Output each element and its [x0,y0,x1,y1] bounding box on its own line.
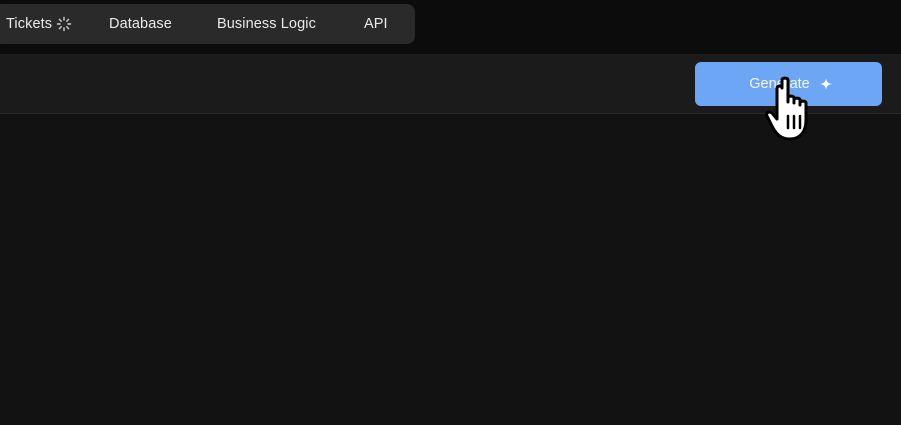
tab-tickets-label: Tickets [6,16,53,32]
tab-tickets[interactable]: Tickets [6,4,109,44]
tab-database-label: Database [109,16,172,32]
tab-business-logic-label: Business Logic [217,16,316,32]
tab-bar: Tickets Database Business Logic API [0,4,415,44]
tab-database[interactable]: Database [109,4,217,44]
tab-business-logic[interactable]: Business Logic [217,4,364,44]
tab-api[interactable]: API [364,4,404,44]
tab-api-label: API [364,16,388,32]
hand-pointer-cursor-icon [764,76,822,144]
main-content-area [0,114,901,425]
spinner-icon [56,16,72,32]
